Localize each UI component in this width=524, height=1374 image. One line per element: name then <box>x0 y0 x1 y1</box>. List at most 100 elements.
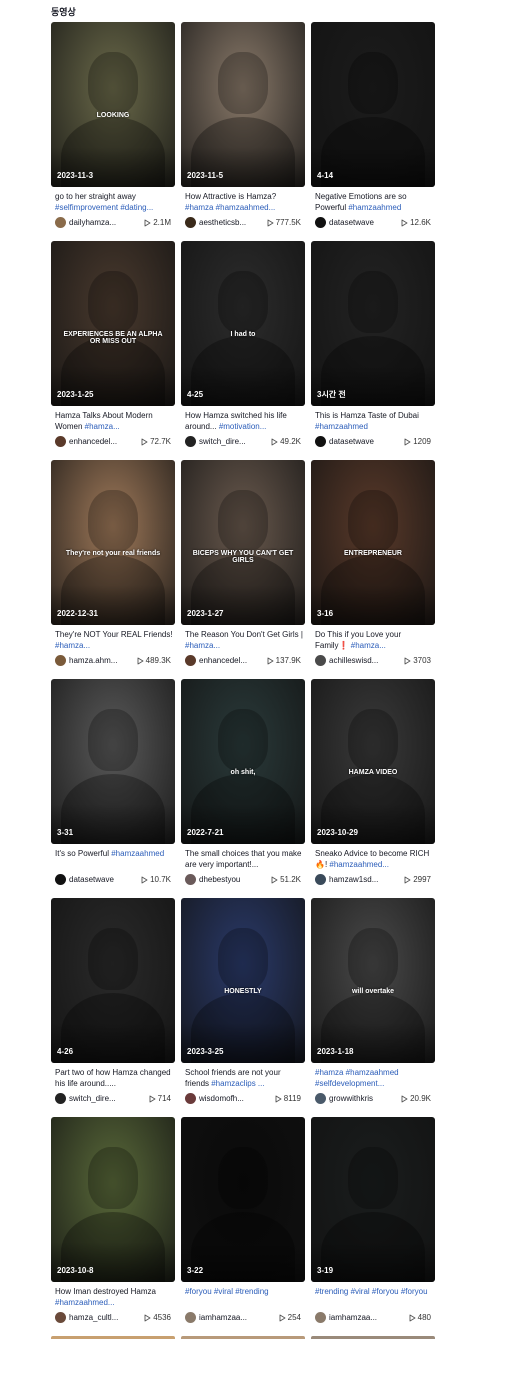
author-name[interactable]: switch_dire... <box>69 1094 131 1103</box>
avatar[interactable] <box>55 1312 66 1323</box>
video-card[interactable]: oh shit, 2022-7-21 The small choices that … <box>181 679 305 886</box>
video-caption[interactable]: It's so Powerful #hamzaahmed <box>51 849 175 870</box>
avatar[interactable] <box>315 655 326 666</box>
video-card[interactable]: 4-14 Negative Emotions are so Powerful #h… <box>311 22 435 229</box>
avatar[interactable] <box>315 1093 326 1104</box>
caption-hashtags[interactable]: #hamzaahmed <box>315 422 368 431</box>
author-name[interactable]: hamzaw1sd... <box>329 875 391 884</box>
video-card[interactable]: 3-31 It's so Powerful #hamzaahmed datasetw… <box>51 679 175 886</box>
video-thumbnail[interactable]: HAMZA VIDEO 2023-10-29 <box>311 679 435 844</box>
video-card[interactable]: 2023-11-5 How Attractive is Hamza? #hamza… <box>181 22 305 229</box>
avatar[interactable] <box>185 1312 196 1323</box>
caption-hashtags[interactable]: #hamzaclips ... <box>211 1079 264 1088</box>
video-card[interactable]: 3-22 #foryou #viral #trending iamhamzaa...… <box>181 1117 305 1324</box>
video-caption[interactable]: How Hamza switched his life around... #m… <box>181 411 305 432</box>
avatar[interactable] <box>185 436 196 447</box>
video-thumbnail[interactable]: EXPERIENCES BE AN ALPHA OR MISS OUT 2023-… <box>51 241 175 406</box>
author-name[interactable]: enhancedel... <box>69 437 131 446</box>
author-name[interactable]: datasetwave <box>329 218 391 227</box>
video-card[interactable]: 4-26 Part two of how Hamza changed his li… <box>51 898 175 1105</box>
avatar[interactable] <box>185 217 196 228</box>
author-name[interactable]: hamza.ahm... <box>69 656 131 665</box>
caption-hashtags[interactable]: #hamza... <box>85 422 120 431</box>
caption-hashtags[interactable]: #hamza... <box>351 641 386 650</box>
video-caption[interactable]: Do This if you Love your Family❗ #hamza.… <box>311 630 435 651</box>
video-caption[interactable]: Negative Emotions are so Powerful #hamza… <box>311 192 435 213</box>
video-thumbnail[interactable]: 3시간 전 <box>311 241 435 406</box>
video-thumbnail[interactable]: I had to 4-25 <box>181 241 305 406</box>
video-thumbnail[interactable]: LOOKING 2023-11-3 <box>51 22 175 187</box>
caption-hashtags[interactable]: #motivation... <box>219 422 267 431</box>
video-caption[interactable]: How Iman destroyed Hamza #hamzaahmed... <box>51 1287 175 1308</box>
avatar[interactable] <box>315 217 326 228</box>
video-caption[interactable]: #trending #viral #foryou #foryou <box>311 1287 435 1308</box>
caption-hashtags[interactable]: #hamza... <box>55 641 90 650</box>
video-card[interactable]: 3-19 #trending #viral #foryou #foryou iamh… <box>311 1117 435 1324</box>
video-thumbnail[interactable]: BICEPS WHY YOU CAN'T GET GIRLS 2023-1-27 <box>181 460 305 625</box>
author-name[interactable]: hamza_cultl... <box>69 1313 131 1322</box>
video-card[interactable]: EXPERIENCES BE AN ALPHA OR MISS OUT 2023-… <box>51 241 175 448</box>
author-name[interactable]: achilleswisd... <box>329 656 391 665</box>
author-name[interactable]: dailyhamza... <box>69 218 131 227</box>
video-card[interactable]: HAMZA VIDEO 2023-10-29 Sneako Advice to be… <box>311 679 435 886</box>
video-caption[interactable]: This is Hamza Taste of Dubai #hamzaahmed <box>311 411 435 432</box>
video-card[interactable]: will overtake 2023-1-18 #hamza #hamzaahmed… <box>311 898 435 1105</box>
next-row-thumbnail-edge[interactable] <box>51 1336 175 1339</box>
video-card[interactable]: They're not your real friends 2022-12-31 T… <box>51 460 175 667</box>
author-name[interactable]: dhebestyou <box>199 875 261 884</box>
video-card[interactable]: LOOKING 2023-11-3 go to her straight away … <box>51 22 175 229</box>
author-name[interactable]: datasetwave <box>329 437 391 446</box>
video-thumbnail[interactable]: 4-26 <box>51 898 175 1063</box>
avatar[interactable] <box>55 436 66 447</box>
video-caption[interactable]: The small choices that you make are very… <box>181 849 305 870</box>
caption-hashtags[interactable]: #foryou #viral #trending <box>185 1287 269 1296</box>
author-name[interactable]: growwithkris <box>329 1094 391 1103</box>
author-name[interactable]: iamhamzaa... <box>199 1313 261 1322</box>
avatar[interactable] <box>185 1093 196 1104</box>
avatar[interactable] <box>55 874 66 885</box>
author-name[interactable]: aestheticsb... <box>199 218 261 227</box>
next-row-thumbnail-edge[interactable] <box>181 1336 305 1339</box>
video-thumbnail[interactable]: They're not your real friends 2022-12-31 <box>51 460 175 625</box>
video-card[interactable]: 3시간 전 This is Hamza Taste of Dubai #hamza… <box>311 241 435 448</box>
video-thumbnail[interactable]: 3-31 <box>51 679 175 844</box>
avatar[interactable] <box>55 1093 66 1104</box>
caption-hashtags[interactable]: #hamza... <box>185 641 220 650</box>
video-thumbnail[interactable]: oh shit, 2022-7-21 <box>181 679 305 844</box>
video-caption[interactable]: #hamza #hamzaahmed #selfdevelopment... <box>311 1068 435 1089</box>
video-caption[interactable]: #foryou #viral #trending <box>181 1287 305 1308</box>
video-card[interactable]: I had to 4-25 How Hamza switched his life … <box>181 241 305 448</box>
video-caption[interactable]: Part two of how Hamza changed his life a… <box>51 1068 175 1089</box>
avatar[interactable] <box>315 874 326 885</box>
video-caption[interactable]: go to her straight away #selfimprovement… <box>51 192 175 213</box>
video-caption[interactable]: The Reason You Don't Get Girls | #hamza.… <box>181 630 305 651</box>
video-caption[interactable]: How Attractive is Hamza? #hamza #hamzaah… <box>181 192 305 213</box>
author-name[interactable]: iamhamzaa... <box>329 1313 391 1322</box>
video-card[interactable]: BICEPS WHY YOU CAN'T GET GIRLS 2023-1-27 T… <box>181 460 305 667</box>
video-caption[interactable]: Sneako Advice to become RICH🔥! #hamzaahm… <box>311 849 435 870</box>
caption-hashtags[interactable]: #selfimprovement #dating... <box>55 203 153 212</box>
author-name[interactable]: switch_dire... <box>199 437 261 446</box>
avatar[interactable] <box>185 874 196 885</box>
avatar[interactable] <box>315 1312 326 1323</box>
video-card[interactable]: HONESTLY 2023-3-25 School friends are not … <box>181 898 305 1105</box>
video-thumbnail[interactable]: 3-19 <box>311 1117 435 1282</box>
video-thumbnail[interactable]: 3-22 <box>181 1117 305 1282</box>
video-thumbnail[interactable]: 2023-10-8 <box>51 1117 175 1282</box>
caption-hashtags[interactable]: #hamza #hamzaahmed #selfdevelopment... <box>315 1068 399 1088</box>
video-thumbnail[interactable]: HONESTLY 2023-3-25 <box>181 898 305 1063</box>
author-name[interactable]: enhancedel... <box>199 656 261 665</box>
avatar[interactable] <box>55 655 66 666</box>
avatar[interactable] <box>185 655 196 666</box>
video-thumbnail[interactable]: 2023-11-5 <box>181 22 305 187</box>
avatar[interactable] <box>315 436 326 447</box>
video-thumbnail[interactable]: 4-14 <box>311 22 435 187</box>
video-caption[interactable]: Hamza Talks About Modern Women #hamza... <box>51 411 175 432</box>
video-card[interactable]: ENTREPRENEUR 3-16 Do This if you Love your… <box>311 460 435 667</box>
caption-hashtags[interactable]: #trending #viral #foryou #foryou <box>315 1287 428 1296</box>
video-caption[interactable]: School friends are not your friends #ham… <box>181 1068 305 1089</box>
next-row-thumbnail-edge[interactable] <box>311 1336 435 1339</box>
caption-hashtags[interactable]: #hamzaahmed... <box>55 1298 115 1307</box>
video-thumbnail[interactable]: ENTREPRENEUR 3-16 <box>311 460 435 625</box>
author-name[interactable]: datasetwave <box>69 875 131 884</box>
